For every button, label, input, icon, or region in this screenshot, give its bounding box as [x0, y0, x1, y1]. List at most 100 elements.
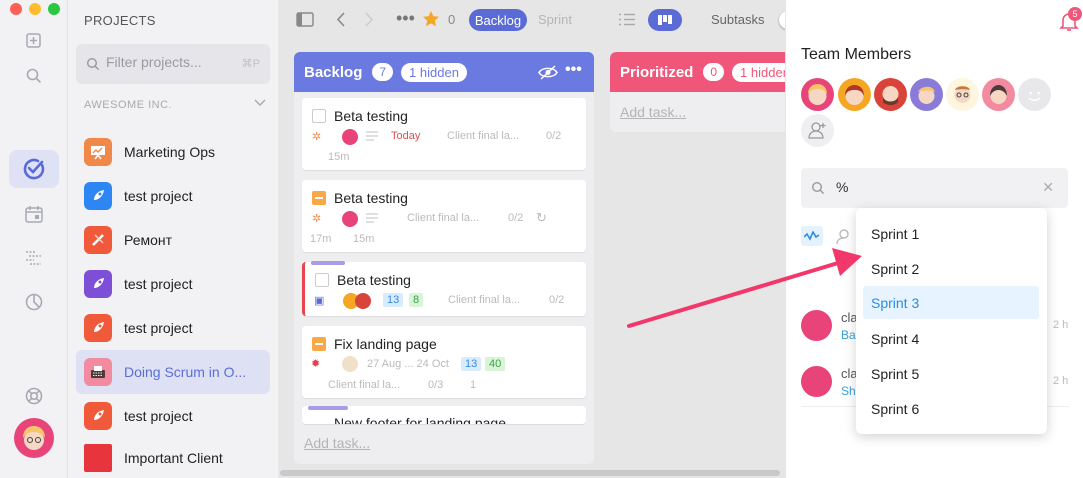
sprint-option[interactable]: Sprint 2 — [863, 252, 1039, 285]
help-lifebuoy-icon[interactable] — [22, 384, 46, 408]
user-avatar[interactable] — [14, 418, 54, 458]
tab-sprint[interactable]: Sprint — [538, 12, 572, 27]
project-item[interactable]: test project — [76, 174, 270, 218]
eye-slash-icon[interactable] — [538, 65, 558, 80]
activity-chart-icon[interactable] — [801, 226, 823, 246]
board-toolbar: ••• 0 Backlog Sprint Subtasks — [278, 0, 835, 40]
more-dots-icon[interactable]: ••• — [396, 8, 415, 29]
add-task-link[interactable]: Add task... — [620, 104, 686, 120]
star-icon[interactable] — [422, 10, 440, 31]
task-checkbox[interactable] — [315, 273, 329, 287]
sprint-option[interactable]: Sprint 5 — [863, 357, 1039, 390]
task-card[interactable]: Beta testing ✲ Client final la... 0/2 ↻ … — [302, 180, 586, 252]
forward-arrow-icon[interactable] — [364, 12, 374, 30]
story-points: 8 — [409, 293, 424, 307]
task-title: Beta testing — [337, 272, 411, 288]
project-item-selected[interactable]: Doing Scrum in O... — [76, 350, 270, 394]
task-checkbox[interactable] — [312, 337, 326, 351]
clear-filter-icon[interactable]: ✕ — [1042, 179, 1054, 196]
time-estimate: 15m — [353, 233, 375, 245]
hidden-count-badge[interactable]: 1 hidden — [732, 62, 785, 82]
hidden-count-badge[interactable]: 1 hidden — [401, 62, 467, 82]
sprint-option[interactable]: Sprint 4 — [863, 322, 1039, 355]
back-arrow-icon[interactable] — [336, 12, 346, 30]
project-item[interactable]: test project — [76, 394, 270, 438]
notifications-bell-icon[interactable]: 5 — [1058, 7, 1082, 35]
project-item[interactable]: Ремонт — [76, 218, 270, 262]
notification-badge: 5 — [1068, 7, 1082, 21]
team-member-avatar[interactable] — [946, 78, 979, 111]
team-member-avatar[interactable] — [982, 78, 1015, 111]
my-tasks-nav[interactable] — [9, 150, 59, 188]
description-icon — [366, 131, 378, 141]
rocket-icon — [84, 182, 112, 210]
task-card[interactable]: Fix landing page ✹ 27 Aug ... 24 Oct 13 … — [302, 326, 586, 398]
client-tag: Client final la... — [407, 212, 480, 224]
time-spent: 17m — [310, 233, 332, 245]
team-member-avatar[interactable] — [910, 78, 943, 111]
board-view-button[interactable] — [648, 9, 682, 31]
project-item[interactable]: test project — [76, 262, 270, 306]
task-card[interactable]: New footer for landing page — [302, 406, 586, 424]
search-shortcut-hint: ⌘P — [241, 58, 260, 70]
zoom-window-button[interactable] — [48, 3, 60, 15]
sprint-option[interactable]: Sprint 1 — [863, 217, 1039, 250]
project-item[interactable]: Marketing Ops — [76, 130, 270, 174]
project-item[interactable]: test project — [76, 306, 270, 350]
task-card[interactable]: Beta testing ▣ 13 8 Client final la... 0… — [302, 261, 586, 316]
project-search-box[interactable]: ⌘P — [76, 44, 270, 84]
search-icon[interactable] — [22, 64, 46, 88]
time-estimate: 15m — [328, 151, 350, 163]
presentation-icon — [84, 138, 112, 166]
new-task-icon[interactable] — [22, 29, 46, 53]
list-view-icon[interactable] — [618, 13, 636, 29]
sprint-option-highlighted[interactable]: Sprint 3 — [863, 286, 1039, 319]
subtasks-label: Subtasks — [711, 12, 765, 27]
task-title: Beta testing — [334, 190, 408, 206]
project-item[interactable]: Important Client — [76, 436, 270, 478]
rocket-icon — [84, 270, 112, 298]
task-checkbox[interactable] — [312, 191, 326, 205]
star-count: 0 — [448, 12, 456, 27]
add-task-link[interactable]: Add task... — [304, 435, 370, 451]
sprint-option[interactable]: Sprint 6 — [863, 392, 1039, 425]
client-tag: Client final la... — [447, 130, 520, 142]
activity-avatar — [801, 310, 832, 341]
board-horizontal-scrollbar[interactable] — [280, 470, 780, 476]
member-filter-input[interactable] — [836, 179, 1016, 195]
task-count-badge: 0 — [703, 63, 725, 81]
team-member-avatar[interactable] — [801, 78, 834, 111]
team-member-avatar[interactable] — [838, 78, 871, 111]
assignee-avatar — [342, 211, 358, 227]
column-menu-icon[interactable]: ••• — [565, 61, 582, 79]
team-member-avatar[interactable] — [874, 78, 907, 111]
task-checkbox[interactable] — [312, 109, 326, 123]
client-tag: Client final la... — [328, 379, 401, 391]
calendar-icon[interactable] — [22, 202, 46, 226]
team-member-avatar-placeholder[interactable] — [1018, 78, 1051, 111]
add-member-icon[interactable] — [801, 114, 834, 147]
activity-task-link[interactable]: Sh — [841, 384, 856, 398]
close-window-button[interactable] — [10, 3, 22, 15]
activity-task-link[interactable]: Ba — [841, 328, 856, 342]
timeline-icon[interactable] — [22, 246, 46, 270]
minimize-window-button[interactable] — [29, 3, 41, 15]
reports-icon[interactable] — [22, 290, 46, 314]
board-icon — [658, 15, 672, 25]
toggle-sidebar-icon[interactable] — [296, 12, 314, 30]
description-icon — [366, 213, 378, 223]
project-search-input[interactable] — [106, 54, 236, 70]
sprint-dropdown: Sprint 1 Sprint 2 Sprint 3 Sprint 4 Spri… — [856, 208, 1047, 434]
team-members-title: Team Members — [801, 46, 912, 63]
date-range: 27 Aug ... 24 Oct — [367, 358, 449, 370]
task-card[interactable]: Beta testing ✲ Today Client final la... … — [302, 98, 586, 170]
tab-backlog[interactable]: Backlog — [469, 9, 527, 31]
projects-header: PROJECTS — [84, 13, 156, 28]
user-filter-icon[interactable] — [836, 228, 854, 247]
column-title: Prioritized — [620, 63, 694, 81]
member-filter-box[interactable]: ✕ — [801, 168, 1068, 208]
activity-time: 2 h — [1053, 375, 1069, 387]
chevron-down-icon[interactable] — [254, 96, 266, 110]
activity-time: 2 h — [1053, 319, 1069, 331]
search-icon — [86, 57, 100, 71]
